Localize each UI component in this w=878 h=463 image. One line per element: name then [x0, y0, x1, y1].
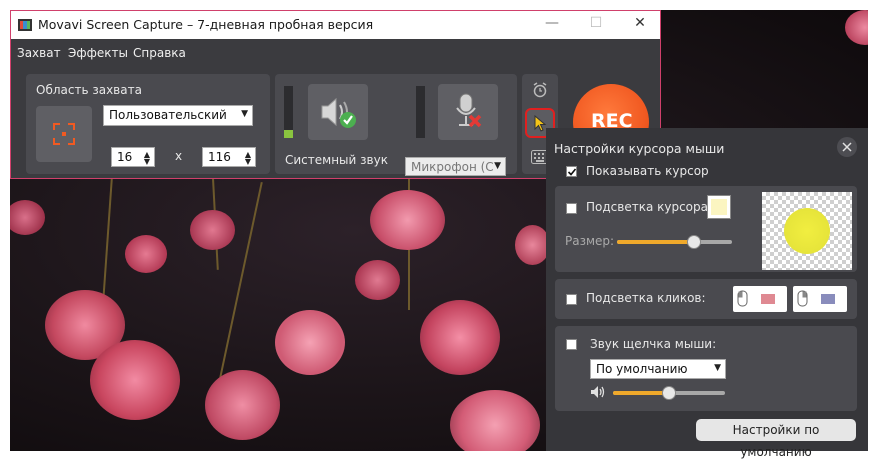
height-input[interactable]: 116 ▲ ▼: [202, 147, 256, 167]
alarm-clock-icon[interactable]: [532, 82, 548, 98]
width-input[interactable]: 16 ▲ ▼: [111, 147, 155, 167]
microphone-button[interactable]: [438, 84, 498, 140]
capture-area-icon: [53, 123, 75, 145]
chevron-down-icon: ▼: [494, 161, 501, 171]
click-highlight-label: Подсветка кликов:: [586, 291, 706, 305]
audio-panel: Системный звук Микрофон (С ▼: [275, 74, 517, 176]
click-highlight-section: Подсветка кликов:: [555, 279, 857, 319]
capture-area-button[interactable]: [36, 106, 92, 162]
highlight-preview-circle: [784, 208, 830, 254]
chevron-down-icon: ▼: [714, 363, 721, 373]
highlight-preview: [762, 192, 852, 270]
system-sound-level-fill: [284, 130, 293, 138]
volume-icon: [591, 386, 605, 398]
right-click-color-button[interactable]: [793, 286, 847, 312]
close-button[interactable]: ✕: [630, 15, 650, 35]
height-value: 116: [208, 150, 231, 164]
system-sound-level-meter: [284, 86, 293, 138]
reset-defaults-button[interactable]: Настройки по умолчанию: [696, 419, 856, 459]
size-label: Размер:: [565, 234, 615, 248]
volume-slider-handle[interactable]: [662, 386, 676, 400]
popup-close-button[interactable]: [837, 137, 857, 157]
highlight-color-swatch: [711, 199, 727, 215]
system-sound-button[interactable]: [308, 84, 368, 140]
show-cursor-checkbox[interactable]: [566, 166, 577, 177]
menu-help[interactable]: Справка: [133, 46, 186, 60]
maximize-button[interactable]: ☐: [586, 15, 606, 35]
minimize-button[interactable]: —: [542, 15, 562, 35]
capture-area-title: Область захвата: [36, 83, 142, 97]
window-title: Movavi Screen Capture – 7-дневная пробна…: [38, 17, 374, 32]
click-sound-label: Звук щелчка мыши:: [590, 337, 717, 351]
capture-area-panel: Область захвата Пользовательский ▼ 16 ▲ …: [26, 74, 270, 174]
size-slider-handle[interactable]: [687, 235, 701, 249]
stepper-down-icon[interactable]: ▼: [245, 157, 251, 166]
volume-slider[interactable]: [613, 386, 725, 400]
menu-effects[interactable]: Эффекты: [68, 46, 128, 60]
movavi-logo-icon: [18, 19, 32, 31]
left-click-icon: [737, 290, 775, 307]
size-separator: x: [175, 149, 183, 163]
click-sound-select[interactable]: По умолчанию ▼: [590, 359, 726, 379]
title-bar: Movavi Screen Capture – 7-дневная пробна…: [11, 11, 660, 39]
microphone-level-meter: [416, 86, 425, 138]
system-sound-label: Системный звук: [285, 153, 388, 167]
click-sound-value: По умолчанию: [596, 362, 688, 376]
show-cursor-label: Показывать курсор: [586, 164, 709, 178]
menu-bar: Захват Эффекты Справка: [11, 39, 660, 65]
chevron-down-icon: ▼: [241, 109, 248, 119]
cursor-highlight-checkbox[interactable]: [566, 203, 577, 214]
microphone-icon: [456, 93, 482, 128]
cursor-settings-popup: Настройки курсора мыши Показывать курсор…: [546, 128, 868, 459]
left-click-color-button[interactable]: [733, 286, 787, 312]
size-slider[interactable]: [617, 235, 732, 249]
stepper-down-icon[interactable]: ▼: [144, 157, 150, 166]
cursor-highlight-section: Подсветка курсора: Размер:: [555, 186, 857, 272]
menu-capture[interactable]: Захват: [17, 46, 61, 60]
popup-title: Настройки курсора мыши: [554, 141, 725, 156]
click-sound-section: Звук щелчка мыши: По умолчанию ▼: [555, 326, 857, 411]
microphone-value: Микрофон (С: [411, 160, 494, 174]
cursor-highlight-label: Подсветка курсора:: [586, 200, 713, 214]
size-slider-fill: [617, 240, 694, 244]
click-highlight-checkbox[interactable]: [566, 294, 577, 305]
highlight-color-picker[interactable]: [707, 195, 731, 219]
width-value: 16: [117, 150, 133, 164]
close-icon: [842, 142, 852, 152]
capture-preset-select[interactable]: Пользовательский ▼: [103, 105, 253, 126]
volume-slider-fill: [613, 391, 669, 395]
right-click-icon: [797, 290, 835, 307]
microphone-select[interactable]: Микрофон (С ▼: [405, 157, 506, 176]
click-sound-checkbox[interactable]: [566, 339, 577, 350]
capture-preset-value: Пользовательский: [109, 108, 227, 122]
speaker-icon: [321, 97, 356, 128]
checkmark-icon: [567, 168, 577, 176]
